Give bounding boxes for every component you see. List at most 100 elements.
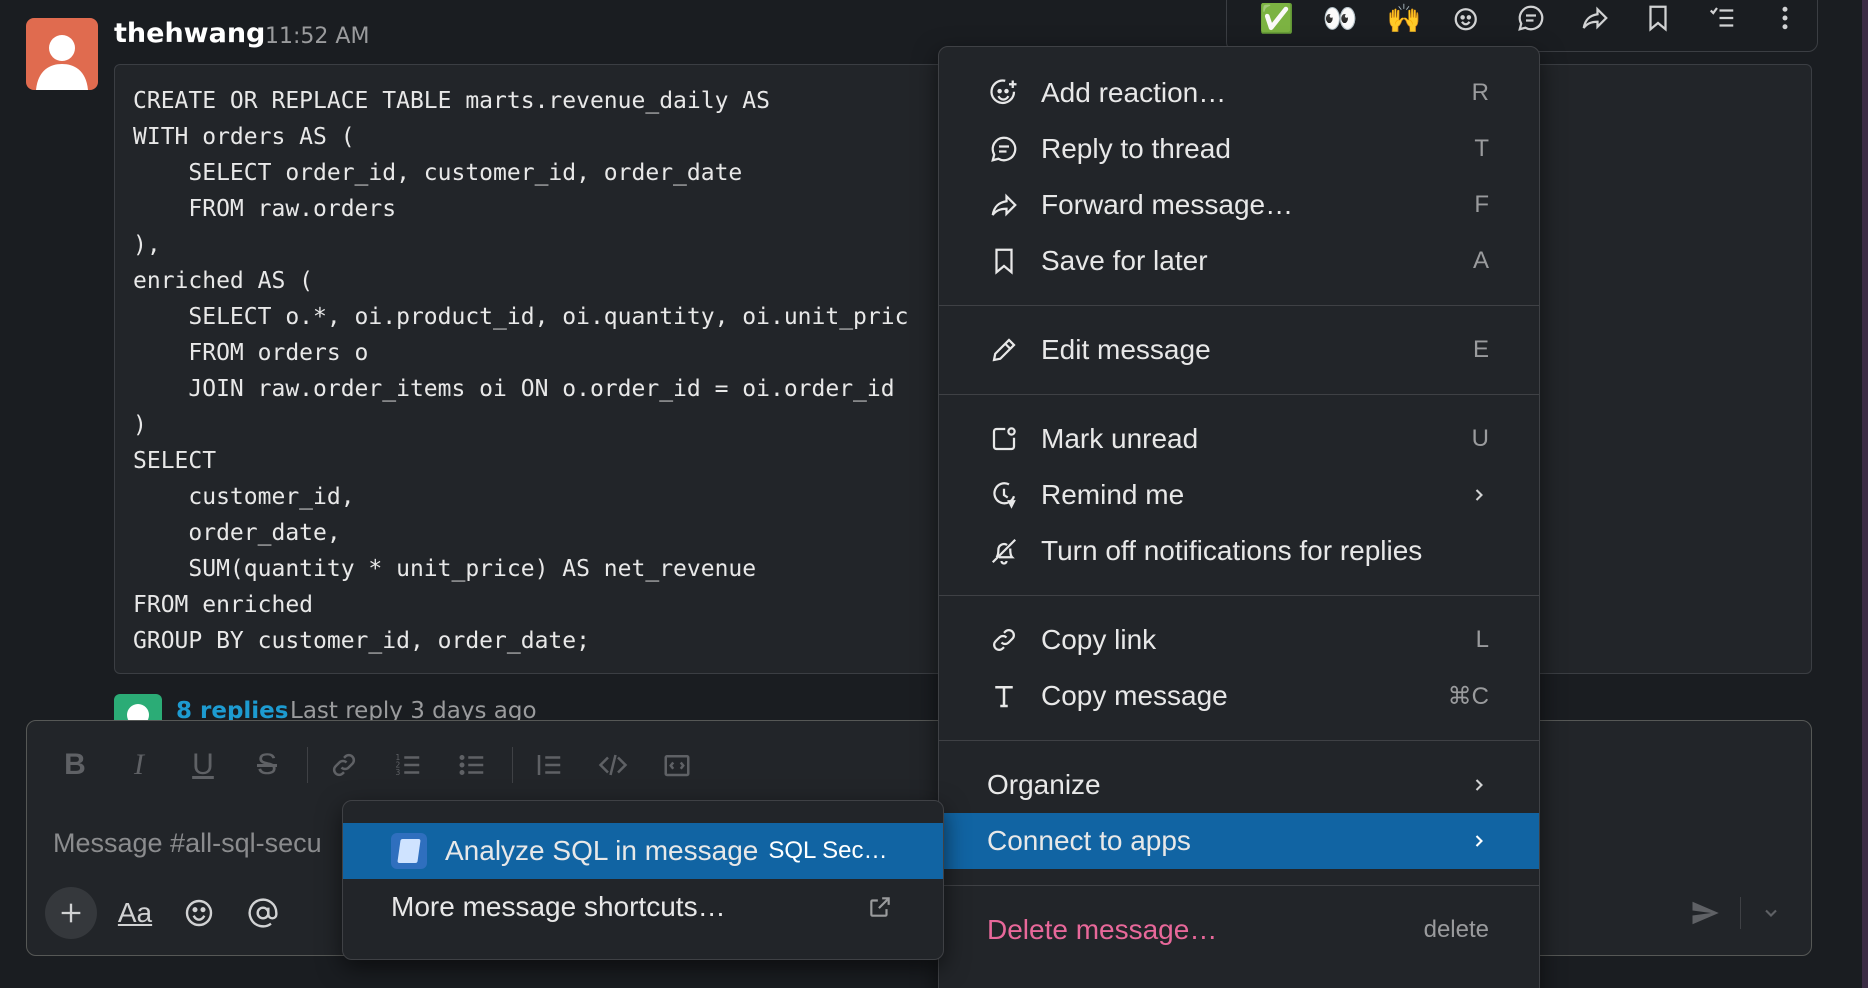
menu-item-label: Reply to thread: [1041, 133, 1231, 164]
replies-meta: Last reply 3 days ago: [290, 698, 537, 722]
message-context-menu: Add reaction… R Reply to thread T Forwar…: [938, 46, 1540, 988]
message-hover-toolbar: ✅ 👀 🙌: [1226, 0, 1818, 52]
reply-thread-icon[interactable]: [1499, 0, 1563, 43]
forward-icon[interactable]: [1563, 0, 1627, 43]
chevron-down-icon[interactable]: [1751, 889, 1791, 937]
blockquote-icon[interactable]: [525, 743, 573, 787]
menu-item-save-for-later[interactable]: Save for later A: [939, 233, 1539, 289]
eyes-emoji-icon[interactable]: 👀: [1309, 0, 1373, 43]
menu-item-label: Organize: [987, 769, 1101, 800]
text-formatting-icon[interactable]: Aa: [107, 887, 163, 939]
menu-item-turn-off-notifications[interactable]: Turn off notifications for replies: [939, 523, 1539, 579]
menu-item-label: Add reaction…: [1041, 77, 1227, 108]
add-reaction-icon: [987, 76, 1021, 110]
code-icon[interactable]: [589, 743, 637, 787]
more-actions-list-icon[interactable]: [1690, 0, 1754, 43]
shortcut-key: ⌘C: [1447, 682, 1489, 710]
more-vertical-icon[interactable]: [1754, 0, 1818, 43]
submenu-item-label: More message shortcuts…: [391, 891, 726, 922]
italic-icon[interactable]: I: [115, 743, 163, 787]
message-author[interactable]: thehwang: [114, 18, 265, 49]
menu-item-label: Connect to apps: [987, 825, 1191, 856]
text-t-icon: [987, 679, 1021, 713]
menu-item-label: Delete message…: [987, 914, 1218, 945]
submenu-item-label: Analyze SQL in message: [445, 835, 759, 866]
menu-divider: [939, 595, 1539, 596]
shortcut-key: T: [1474, 135, 1489, 162]
menu-item-connect-to-apps[interactable]: Connect to apps: [939, 813, 1539, 869]
mark-unread-icon: [987, 422, 1021, 456]
menu-item-add-reaction[interactable]: Add reaction… R: [939, 65, 1539, 121]
shortcut-key: A: [1472, 247, 1489, 274]
reply-thread-icon: [987, 132, 1021, 166]
shortcut-key: delete: [1423, 916, 1489, 943]
raised-hands-emoji: 🙌: [1386, 1, 1422, 35]
submenu-item-analyze-sql[interactable]: Analyze SQL in message SQL Sec…: [343, 823, 943, 879]
menu-divider: [939, 305, 1539, 306]
send-icon[interactable]: [1680, 889, 1730, 937]
menu-item-mark-unread[interactable]: Mark unread U: [939, 411, 1539, 467]
add-reaction-icon[interactable]: [1436, 0, 1500, 43]
sql-security-app-icon: [391, 833, 427, 869]
menu-item-remind-me[interactable]: Remind me: [939, 467, 1539, 523]
shortcut-key: L: [1475, 626, 1489, 653]
code-block-icon[interactable]: [653, 743, 701, 787]
toolbar-divider: [307, 747, 308, 783]
menu-divider: [939, 394, 1539, 395]
send-divider: [1740, 897, 1741, 929]
bulleted-list-icon[interactable]: [448, 743, 496, 787]
plus-icon[interactable]: [45, 887, 97, 939]
avatar[interactable]: [26, 18, 98, 90]
menu-item-label: Forward message…: [1041, 189, 1294, 220]
check-emoji: ✅: [1259, 1, 1295, 35]
shortcut-key: U: [1471, 425, 1489, 452]
replies-link[interactable]: 8 replies: [176, 698, 288, 722]
menu-item-organize[interactable]: Organize: [939, 757, 1539, 813]
underline-icon[interactable]: U: [179, 743, 227, 787]
submenu-item-more-shortcuts[interactable]: More message shortcuts…: [343, 879, 943, 935]
menu-item-copy-link[interactable]: Copy link L: [939, 612, 1539, 668]
bookmark-icon[interactable]: [1626, 0, 1690, 43]
menu-item-label: Turn off notifications for replies: [1041, 535, 1423, 566]
chevron-right-icon: [1475, 779, 1483, 791]
thread-replies-summary[interactable]: 8 replies Last reply 3 days ago: [114, 694, 614, 722]
send-controls: [1680, 889, 1791, 937]
check-emoji-icon[interactable]: ✅: [1245, 0, 1309, 43]
pencil-icon: [987, 333, 1021, 367]
ordered-list-icon[interactable]: 123: [384, 743, 432, 787]
svg-text:3: 3: [396, 768, 401, 777]
menu-item-label: Copy message: [1041, 680, 1228, 711]
menu-item-label: Copy link: [1041, 624, 1157, 655]
menu-item-forward-message[interactable]: Forward message… F: [939, 177, 1539, 233]
menu-item-copy-message[interactable]: Copy message ⌘C: [939, 668, 1539, 724]
connect-to-apps-submenu: Analyze SQL in message SQL Sec… More mes…: [342, 800, 944, 960]
formatting-toolbar: B I U S 123: [51, 743, 717, 787]
shortcut-key: R: [1471, 79, 1489, 106]
bell-off-icon: [987, 534, 1021, 568]
message-timestamp[interactable]: 11:52 AM: [265, 24, 369, 49]
chevron-right-icon: [1475, 489, 1483, 501]
link-icon: [987, 623, 1021, 657]
menu-item-reply-to-thread[interactable]: Reply to thread T: [939, 121, 1539, 177]
emoji-icon[interactable]: [171, 887, 227, 939]
forward-icon: [987, 188, 1021, 222]
window-edge: [1862, 0, 1868, 988]
menu-item-edit-message[interactable]: Edit message E: [939, 322, 1539, 378]
app-name-tag: SQL Sec…: [768, 837, 888, 864]
toolbar-divider: [512, 747, 513, 783]
link-icon[interactable]: [320, 743, 368, 787]
user-silhouette-icon: [36, 35, 88, 90]
menu-item-label: Mark unread: [1041, 423, 1199, 454]
raised-hands-emoji-icon[interactable]: 🙌: [1372, 0, 1436, 43]
shortcut-key: F: [1474, 191, 1489, 218]
bold-icon[interactable]: B: [51, 743, 99, 787]
eyes-emoji: 👀: [1322, 1, 1358, 35]
reply-avatar: [114, 694, 162, 722]
menu-divider: [939, 885, 1539, 886]
menu-item-delete-message[interactable]: Delete message… delete: [939, 902, 1539, 958]
mention-icon[interactable]: [235, 887, 291, 939]
clock-icon: [987, 478, 1021, 512]
strikethrough-icon[interactable]: S: [243, 743, 291, 787]
menu-item-label: Edit message: [1041, 334, 1211, 365]
composer-actions: Aa: [45, 887, 299, 939]
